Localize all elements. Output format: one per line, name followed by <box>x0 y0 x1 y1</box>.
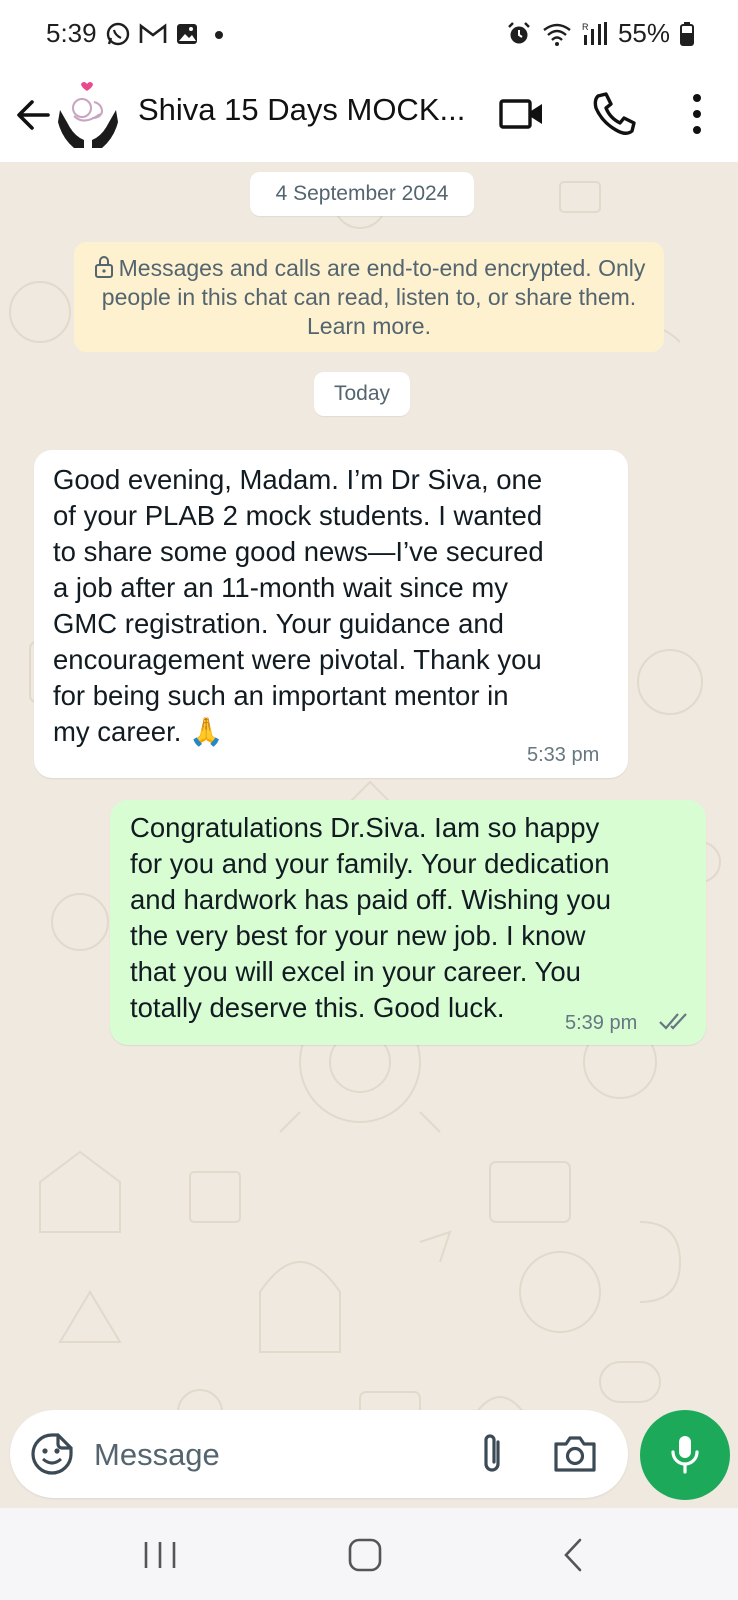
voice-call-icon <box>593 92 636 135</box>
mic-icon <box>671 1436 699 1474</box>
svg-text:R: R <box>582 22 589 32</box>
gallery-icon <box>175 22 199 46</box>
battery-percent: 55% <box>617 18 670 48</box>
read-ticks-icon <box>659 1013 687 1030</box>
message-input[interactable] <box>92 1432 456 1478</box>
camera-icon <box>554 1436 596 1472</box>
status-bar: 5:39 R 55% <box>0 0 738 70</box>
video-call-button[interactable] <box>498 90 546 138</box>
signal-icon: R <box>582 21 608 47</box>
message-text: Good evening, Madam. I’m Dr Siva, one of… <box>53 464 544 747</box>
date-chip: 4 September 2024 <box>250 172 474 216</box>
status-time: 5:39 <box>46 18 97 48</box>
dot-icon <box>207 24 227 44</box>
status-right: R 55% <box>506 18 694 49</box>
encryption-notice-text: Messages and calls are end-to-end encryp… <box>101 255 646 339</box>
message-text: Congratulations Dr.Siva. Iam so happy fo… <box>130 812 612 1023</box>
voice-call-button[interactable] <box>590 88 638 138</box>
more-options-button[interactable] <box>682 88 712 140</box>
nav-back-button[interactable] <box>560 1536 586 1574</box>
avatar-hands-icon <box>58 82 118 148</box>
voice-message-button[interactable] <box>640 1410 730 1500</box>
whatsapp-icon <box>105 21 131 47</box>
outgoing-message[interactable]: Congratulations Dr.Siva. Iam so happy fo… <box>110 800 706 1045</box>
gmail-icon <box>139 22 167 45</box>
chat-area[interactable]: 4 September 2024 Messages and calls are … <box>0 162 738 1508</box>
video-call-icon <box>499 99 542 129</box>
encryption-notice[interactable]: Messages and calls are end-to-end encryp… <box>74 242 664 352</box>
status-left: 5:39 <box>46 18 227 49</box>
camera-button[interactable] <box>552 1432 598 1476</box>
recent-apps-button[interactable] <box>140 1538 180 1572</box>
sticker-icon <box>31 1433 73 1475</box>
home-icon <box>348 1538 382 1572</box>
chat-title[interactable]: Shiva 15 Days MOCK... <box>138 92 465 128</box>
alarm-icon <box>506 21 532 47</box>
sticker-button[interactable] <box>30 1432 74 1476</box>
lock-icon <box>94 256 113 278</box>
attach-button[interactable] <box>470 1430 510 1478</box>
more-options-icon <box>693 94 701 134</box>
battery-icon <box>680 21 694 46</box>
back-arrow-icon <box>17 100 50 130</box>
back-button[interactable] <box>14 92 54 138</box>
chat-header: Shiva 15 Days MOCK... <box>0 70 738 162</box>
message-composer <box>10 1410 628 1498</box>
attach-icon <box>484 1434 500 1472</box>
nav-back-icon <box>564 1538 582 1572</box>
home-button[interactable] <box>346 1536 384 1574</box>
incoming-message[interactable]: Good evening, Madam. I’m Dr Siva, one of… <box>34 450 628 778</box>
recent-apps-icon <box>144 1542 176 1568</box>
wifi-icon <box>542 21 572 47</box>
system-nav-bar <box>0 1508 738 1600</box>
message-time: 5:39 pm <box>565 1012 638 1034</box>
today-chip: Today <box>314 372 410 416</box>
message-time: 5:33 pm <box>527 744 600 766</box>
avatar[interactable] <box>54 80 122 150</box>
